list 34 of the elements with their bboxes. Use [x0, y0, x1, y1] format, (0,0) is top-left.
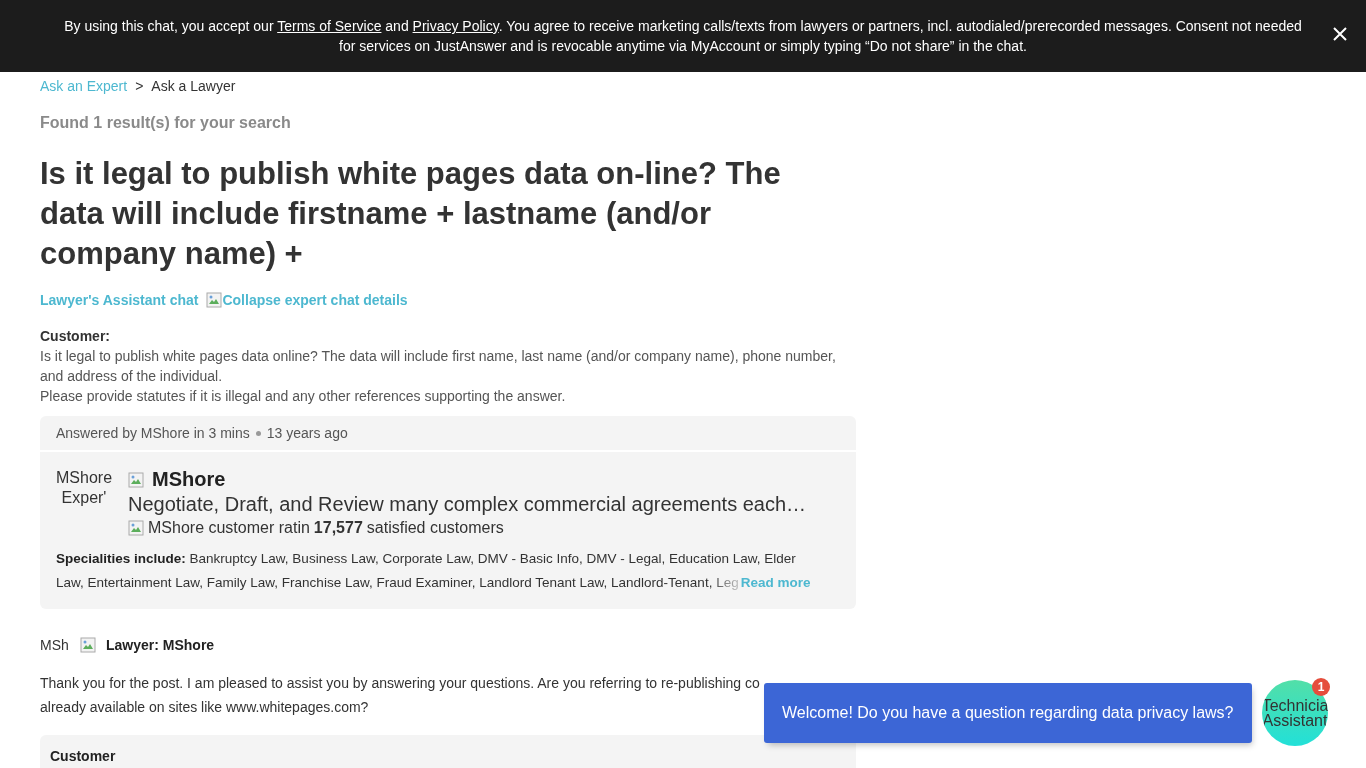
expert-name: MShore	[152, 468, 226, 491]
result-count: Found 1 result(s) for your search	[40, 114, 292, 132]
specialities-text: Law, Entertainment Law, Family Law, Franchise Law, Fraud Examiner, Landlord Tenant Law, Landlord-Tenant, Leg	[56, 574, 739, 592]
chat-bubble[interactable]: Welcome! Do you have a question regarding data privacy laws?	[764, 683, 1252, 743]
broken-image-icon	[206, 292, 223, 308]
specialities-text: Specialities include: Bankruptcy Law, Business Law, Corporate Law, DMV - Basic Info, DMV - Legal, Education Law, Elder	[56, 550, 797, 568]
breadcrumb-current: Ask a Lawyer	[151, 78, 236, 94]
customer-label: Customer	[50, 748, 116, 764]
answer-text: Thank you for the post. I am pleased to assist you by answering your questions. Are you referring to re-publishing co	[40, 674, 760, 693]
customer-question: Please provide statutes if it is illegal and any other references supporting the answer.	[40, 387, 567, 406]
broken-image-icon	[128, 520, 144, 536]
answered-by: Answered by MShore in 3 mins	[56, 425, 250, 441]
rating-alt-text: MShore customer ratin	[148, 519, 310, 537]
avatar-alt-text: MShore	[56, 468, 112, 488]
question-title: Is it legal to publish white pages data on-line? The data will include firstname + lastname (and/or company name) +	[40, 155, 782, 273]
customer-question: Is it legal to publish white pages data online? The data will include first name, last name (and/or company name), phone number, and address of the individual.	[40, 347, 837, 386]
dot-icon	[255, 430, 261, 436]
satisfied-label: satisfied customers	[366, 519, 504, 537]
customer-label: Customer:	[40, 327, 111, 346]
avatar-alt-text: Exper'	[60, 488, 108, 508]
terms-link[interactable]: Terms of Service	[277, 18, 382, 34]
answer-author: Lawyer: MShore	[106, 637, 215, 653]
consent-text: By using this chat, you accept our Terms of Service and Privacy Policy. You agree to receive marketing calls/texts from lawyers or partners, incl. autodialed/prerecorded messages. Consent not needed for services on JustAnswer and is revocable anytime via MyAccount or simply typing “Do not share” in the chat.	[63, 17, 1303, 56]
avatar-alt-text: MSh	[40, 636, 70, 655]
notification-badge: 1	[1312, 678, 1330, 696]
privacy-link[interactable]: Privacy Policy	[412, 18, 499, 34]
breadcrumb-separator: >	[135, 78, 144, 94]
close-icon[interactable]	[1332, 26, 1348, 42]
satisfied-count: 17,577	[313, 519, 363, 537]
broken-image-icon	[128, 471, 144, 488]
broken-image-icon	[80, 637, 96, 653]
answer-text: already available on sites like www.whitepages.com?	[40, 698, 369, 717]
answer-age: 13 years ago	[266, 425, 348, 441]
expert-headline: Negotiate, Draft, and Review many complex commercial agreements each…	[128, 493, 807, 516]
